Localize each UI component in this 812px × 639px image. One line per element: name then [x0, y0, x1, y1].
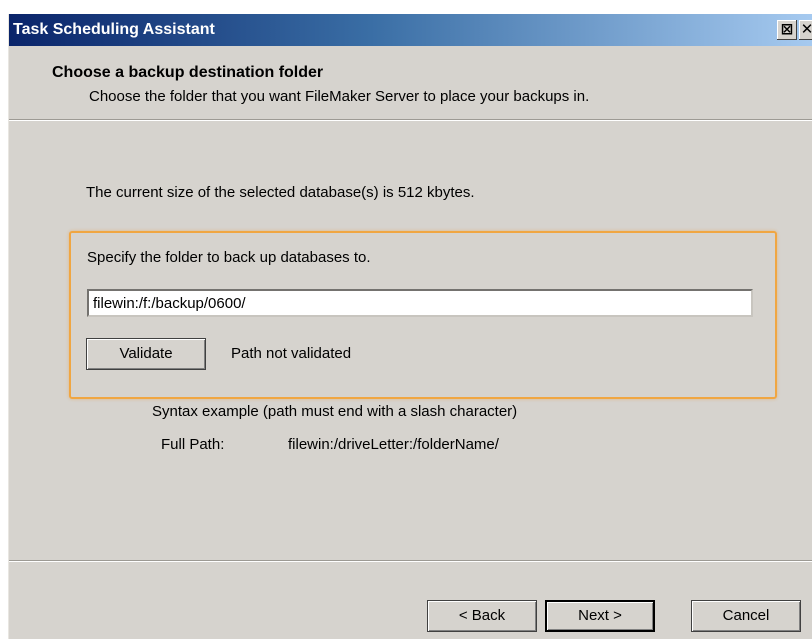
database-size-text: The current size of the selected databas… [86, 184, 475, 201]
page-title: Choose a backup destination folder [52, 64, 324, 81]
backup-path-input[interactable] [87, 289, 753, 317]
syntax-example-text: Syntax example (path must end with a sla… [152, 403, 518, 420]
full-path-example: filewin:/driveLetter:/folderName/ [288, 436, 499, 453]
validate-button[interactable]: Validate [86, 338, 206, 370]
page-subtitle: Choose the folder that you want FileMake… [89, 88, 590, 105]
full-path-label: Full Path: [161, 436, 225, 453]
cancel-button[interactable]: Cancel [691, 600, 801, 632]
backup-folder-label: Specify the folder to back up databases … [87, 249, 371, 266]
pin-icon[interactable]: ⊠ [777, 20, 797, 40]
header-divider [9, 119, 812, 121]
back-button[interactable]: < Back [427, 600, 537, 632]
footer-divider [9, 560, 812, 562]
window-title: Task Scheduling Assistant [13, 21, 215, 38]
title-bar[interactable]: Task Scheduling Assistant ⊠ ✕ [9, 14, 812, 46]
task-scheduling-dialog: Task Scheduling Assistant ⊠ ✕ Choose a b… [8, 14, 812, 639]
validation-status: Path not validated [231, 345, 352, 362]
close-icon[interactable]: ✕ [799, 20, 812, 40]
next-button[interactable]: Next > [545, 600, 655, 632]
